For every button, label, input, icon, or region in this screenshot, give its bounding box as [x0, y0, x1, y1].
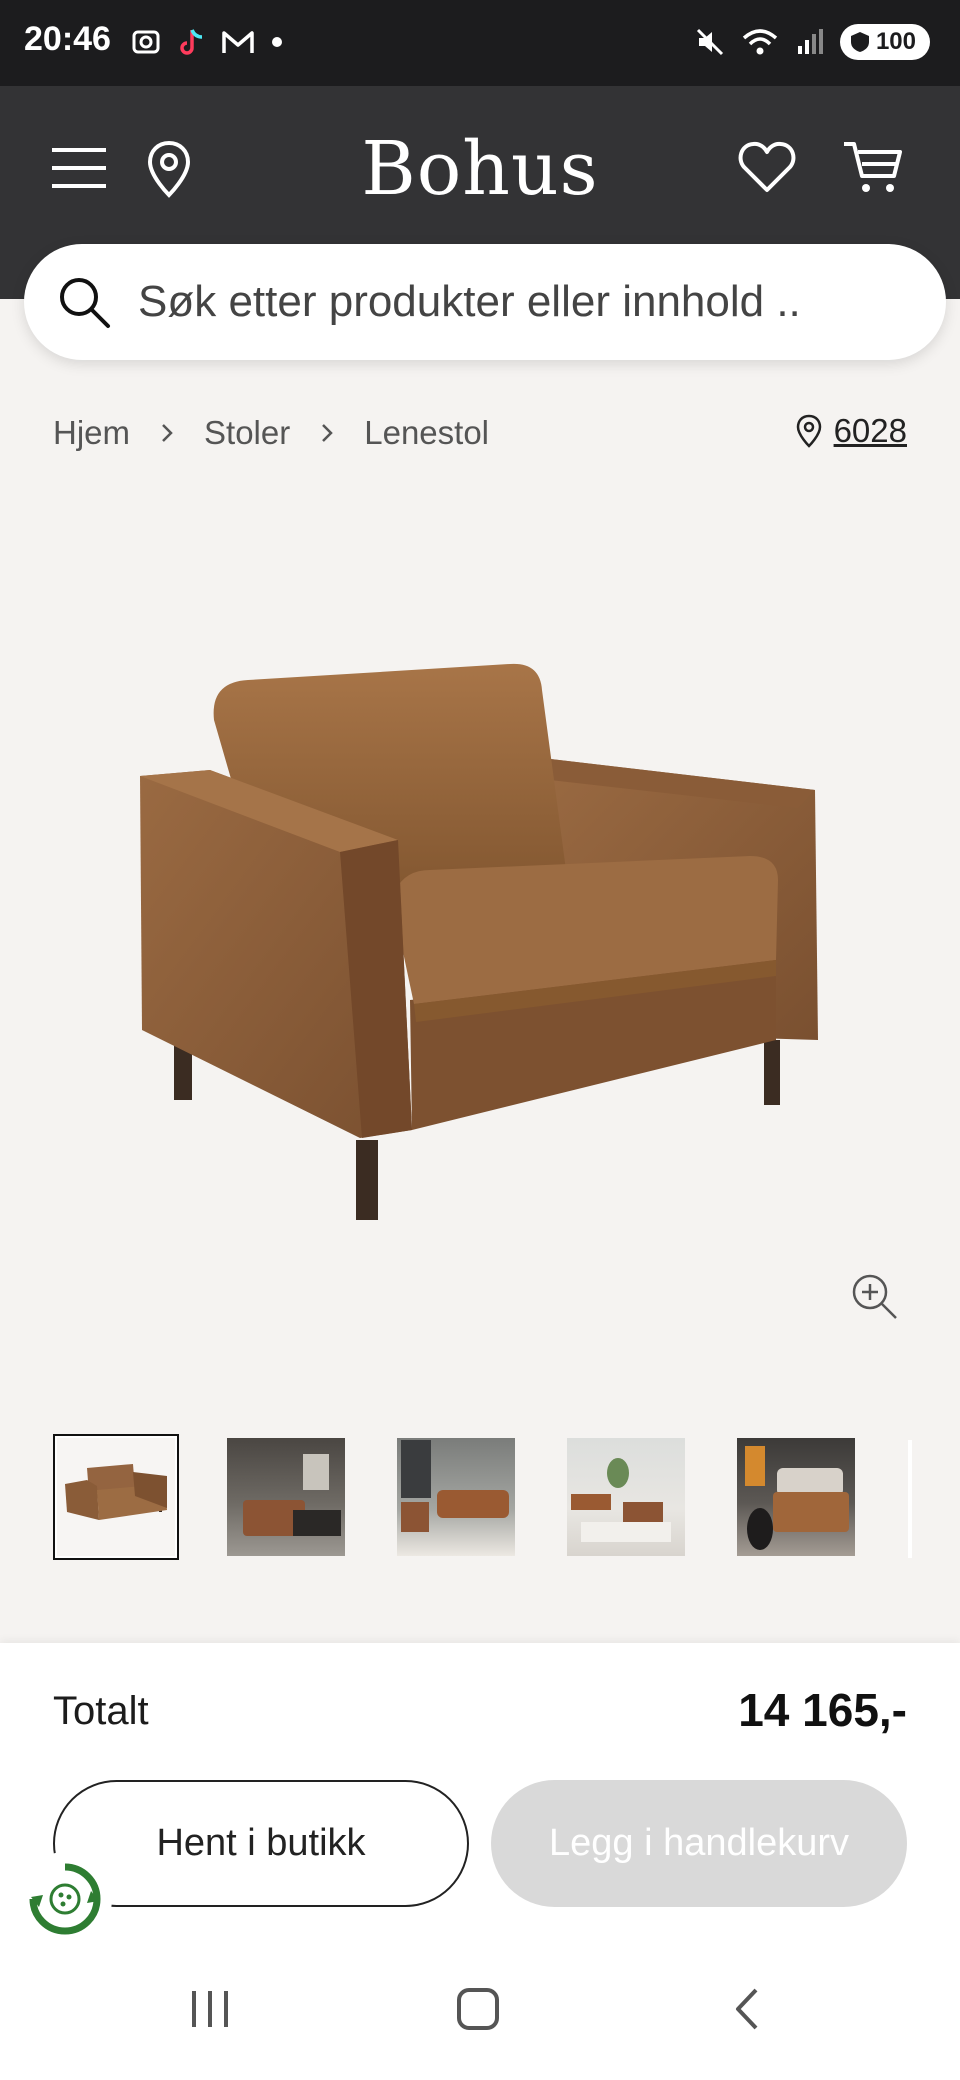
shopping-cart-icon[interactable]	[842, 138, 904, 196]
signal-icon	[797, 29, 823, 54]
zoom-in-icon[interactable]	[850, 1272, 900, 1322]
add-to-cart-button[interactable]: Legg i handlekurv	[491, 1780, 907, 1907]
search-input[interactable]	[138, 270, 918, 334]
tiktok-icon	[180, 29, 203, 55]
system-navigation-bar	[0, 1943, 960, 2080]
recent-apps-icon[interactable]	[188, 1987, 232, 2031]
recycle-icon	[29, 1863, 101, 1935]
eco-badge[interactable]	[18, 1852, 112, 1946]
back-icon[interactable]	[732, 1987, 762, 2031]
thumbnail-4[interactable]	[563, 1434, 689, 1560]
shield-icon	[850, 32, 869, 52]
breadcrumb-home[interactable]: Hjem	[53, 414, 130, 452]
product-image-armchair[interactable]	[130, 660, 830, 1240]
home-icon[interactable]	[456, 1987, 500, 2031]
total-price: 14 165,-	[738, 1684, 907, 1736]
search-icon	[60, 278, 110, 328]
battery-indicator: 100	[839, 24, 930, 60]
dot-icon	[272, 37, 282, 47]
screenshot-icon	[132, 30, 160, 54]
bohus-logo[interactable]: Bohus	[0, 126, 960, 212]
location-pin-icon	[796, 414, 821, 448]
mute-icon	[696, 28, 724, 56]
thumbnail-2[interactable]	[223, 1434, 349, 1560]
battery-level: 100	[875, 28, 916, 55]
thumbnail-3[interactable]	[393, 1434, 519, 1560]
thumbnail-gallery	[53, 1434, 859, 1560]
breadcrumb: Hjem Stoler Lenestol	[53, 414, 489, 452]
total-label: Totalt	[53, 1689, 149, 1733]
status-time: 20:46	[24, 20, 111, 58]
breadcrumb-chairs[interactable]: Stoler	[204, 414, 290, 452]
heart-favorites-icon[interactable]	[738, 140, 796, 194]
checkout-panel: Totalt 14 165,- Hent i butikk Legg i han…	[0, 1643, 960, 1943]
thumbnail-overflow-edge	[908, 1440, 912, 1558]
pickup-in-store-button[interactable]: Hent i butikk	[53, 1780, 469, 1907]
thumbnail-5[interactable]	[733, 1434, 859, 1560]
chevron-right-icon	[320, 422, 334, 444]
status-notification-icons	[130, 26, 284, 58]
postal-code[interactable]: 6028	[834, 412, 907, 450]
gmail-icon	[222, 31, 254, 53]
search-bar[interactable]	[24, 244, 946, 360]
status-system-icons: 100	[694, 24, 930, 60]
breadcrumb-armchair[interactable]: Lenestol	[364, 414, 489, 452]
store-location-link[interactable]: 6028	[796, 412, 907, 450]
wifi-icon	[742, 29, 778, 55]
thumbnail-1[interactable]	[53, 1434, 179, 1560]
status-bar: 20:46 100	[0, 0, 960, 86]
chevron-right-icon	[160, 422, 174, 444]
